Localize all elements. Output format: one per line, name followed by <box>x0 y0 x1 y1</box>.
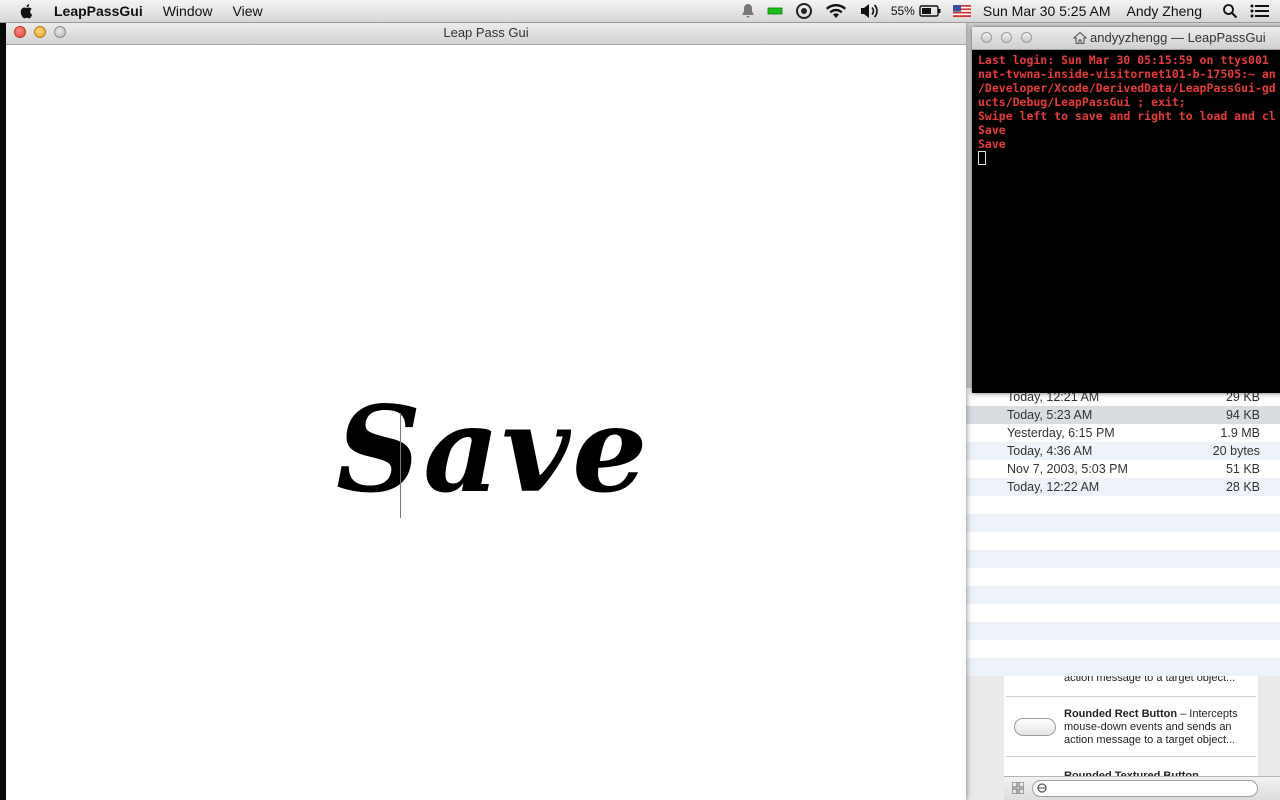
zoom-icon[interactable] <box>1021 32 1032 43</box>
menu-app-name[interactable]: LeapPassGui <box>54 0 143 22</box>
divider <box>1006 756 1256 757</box>
library-filter-bar <box>1004 776 1280 800</box>
terminal-line: ucts/Debug/LeapPassGui ; exit; <box>978 95 1186 109</box>
us-flag-icon[interactable] <box>952 0 971 22</box>
file-row[interactable]: Today, 12:22 AM 28 KB <box>966 478 1280 496</box>
library-search-input[interactable] <box>1032 780 1258 797</box>
menubar-username[interactable]: Andy Zheng <box>1127 0 1203 22</box>
menu-window[interactable]: Window <box>163 0 213 22</box>
file-row-empty <box>966 514 1280 532</box>
menubar-clock[interactable]: Sun Mar 30 5:25 AM <box>983 0 1111 22</box>
app-content-area[interactable]: Save <box>6 45 966 800</box>
terminal-line: nat-tvwna-inside-visitornet101-b-17505:~… <box>978 67 1276 81</box>
terminal-line: Swipe left to save and right to load and… <box>978 109 1276 123</box>
terminal-titlebar[interactable]: andyyzhengg — LeapPassGui <box>972 27 1280 50</box>
notification-center-icon[interactable] <box>1250 0 1270 22</box>
object-library-panel: action message to a target object... Rou… <box>966 676 1280 800</box>
file-size: 51 KB <box>1225 462 1260 476</box>
file-row-empty <box>966 496 1280 514</box>
close-icon[interactable] <box>981 32 992 43</box>
library-item-rounded-rect-button[interactable]: Rounded Rect Button – Intercepts mouse-d… <box>1064 708 1254 747</box>
notification-bell-icon[interactable] <box>741 0 755 22</box>
library-item-description: action message to a target object... <box>1064 676 1236 684</box>
file-row-empty <box>966 622 1280 640</box>
window-titlebar[interactable]: Leap Pass Gui <box>6 22 966 45</box>
sync-icon[interactable] <box>795 0 813 22</box>
divider <box>1006 696 1256 697</box>
text-cursor <box>400 413 401 518</box>
menu-view[interactable]: View <box>233 0 263 22</box>
terminal-title: andyyzhengg — LeapPassGui <box>1090 30 1266 45</box>
file-row-empty <box>966 604 1280 622</box>
apple-icon[interactable] <box>18 2 36 20</box>
rounded-rect-button-preview-icon[interactable] <box>1014 718 1056 736</box>
minimize-icon[interactable] <box>1001 32 1012 43</box>
file-size: 28 KB <box>1225 480 1260 494</box>
leap-pass-gui-window: Leap Pass Gui Save <box>6 22 966 800</box>
search-icon <box>1037 783 1047 793</box>
file-row[interactable]: Nov 7, 2003, 5:03 PM 51 KB <box>966 460 1280 478</box>
volume-icon[interactable] <box>859 0 879 22</box>
file-list: Today, 12:21 AM 29 KB Today, 5:23 AM 94 … <box>966 388 1280 676</box>
grid-view-icon[interactable] <box>1012 782 1024 794</box>
home-folder-icon <box>1073 31 1087 45</box>
file-row-empty <box>966 586 1280 604</box>
terminal-output[interactable]: Last login: Sun Mar 30 05:15:59 on ttys0… <box>978 53 1278 389</box>
battery-icon[interactable] <box>919 0 941 22</box>
wifi-icon[interactable] <box>825 0 847 22</box>
menu-bar: LeapPassGui Window View 55% Sun Mar 30 5… <box>0 0 1280 23</box>
file-date: Yesterday, 6:15 PM <box>1007 426 1115 440</box>
battery-percent[interactable]: 55% <box>891 4 915 18</box>
file-date: Today, 12:22 AM <box>1007 480 1100 494</box>
file-row[interactable]: Today, 5:23 AM 94 KB <box>966 406 1280 424</box>
terminal-line: Save <box>978 123 1006 137</box>
file-size: 1.9 MB <box>1220 426 1260 440</box>
terminal-window: andyyzhengg — LeapPassGui Last login: Su… <box>972 27 1280 393</box>
terminal-cursor <box>978 151 986 165</box>
terminal-line: Last login: Sun Mar 30 05:15:59 on ttys0… <box>978 53 1269 67</box>
file-row[interactable]: Today, 4:36 AM 20 bytes <box>966 442 1280 460</box>
file-row-empty <box>966 568 1280 586</box>
file-size: 94 KB <box>1225 408 1260 422</box>
terminal-line: Save <box>978 137 1006 151</box>
file-row-empty <box>966 658 1280 676</box>
status-green-icon[interactable] <box>767 0 783 22</box>
file-row-empty <box>966 640 1280 658</box>
library-item-name: Rounded Rect Button <box>1064 708 1178 720</box>
file-row[interactable]: Yesterday, 6:15 PM 1.9 MB <box>966 424 1280 442</box>
file-date: Today, 5:23 AM <box>1007 408 1093 422</box>
file-row-empty <box>966 550 1280 568</box>
file-date: Nov 7, 2003, 5:03 PM <box>1007 462 1128 476</box>
status-display-text: Save <box>336 380 650 519</box>
file-row-empty <box>966 532 1280 550</box>
spotlight-search-icon[interactable] <box>1222 0 1238 22</box>
terminal-line: /Developer/Xcode/DerivedData/LeapPassGui… <box>978 81 1276 95</box>
file-date: Today, 4:36 AM <box>1007 444 1093 458</box>
file-size: 20 bytes <box>1212 444 1260 458</box>
window-title: Leap Pass Gui <box>443 25 529 40</box>
